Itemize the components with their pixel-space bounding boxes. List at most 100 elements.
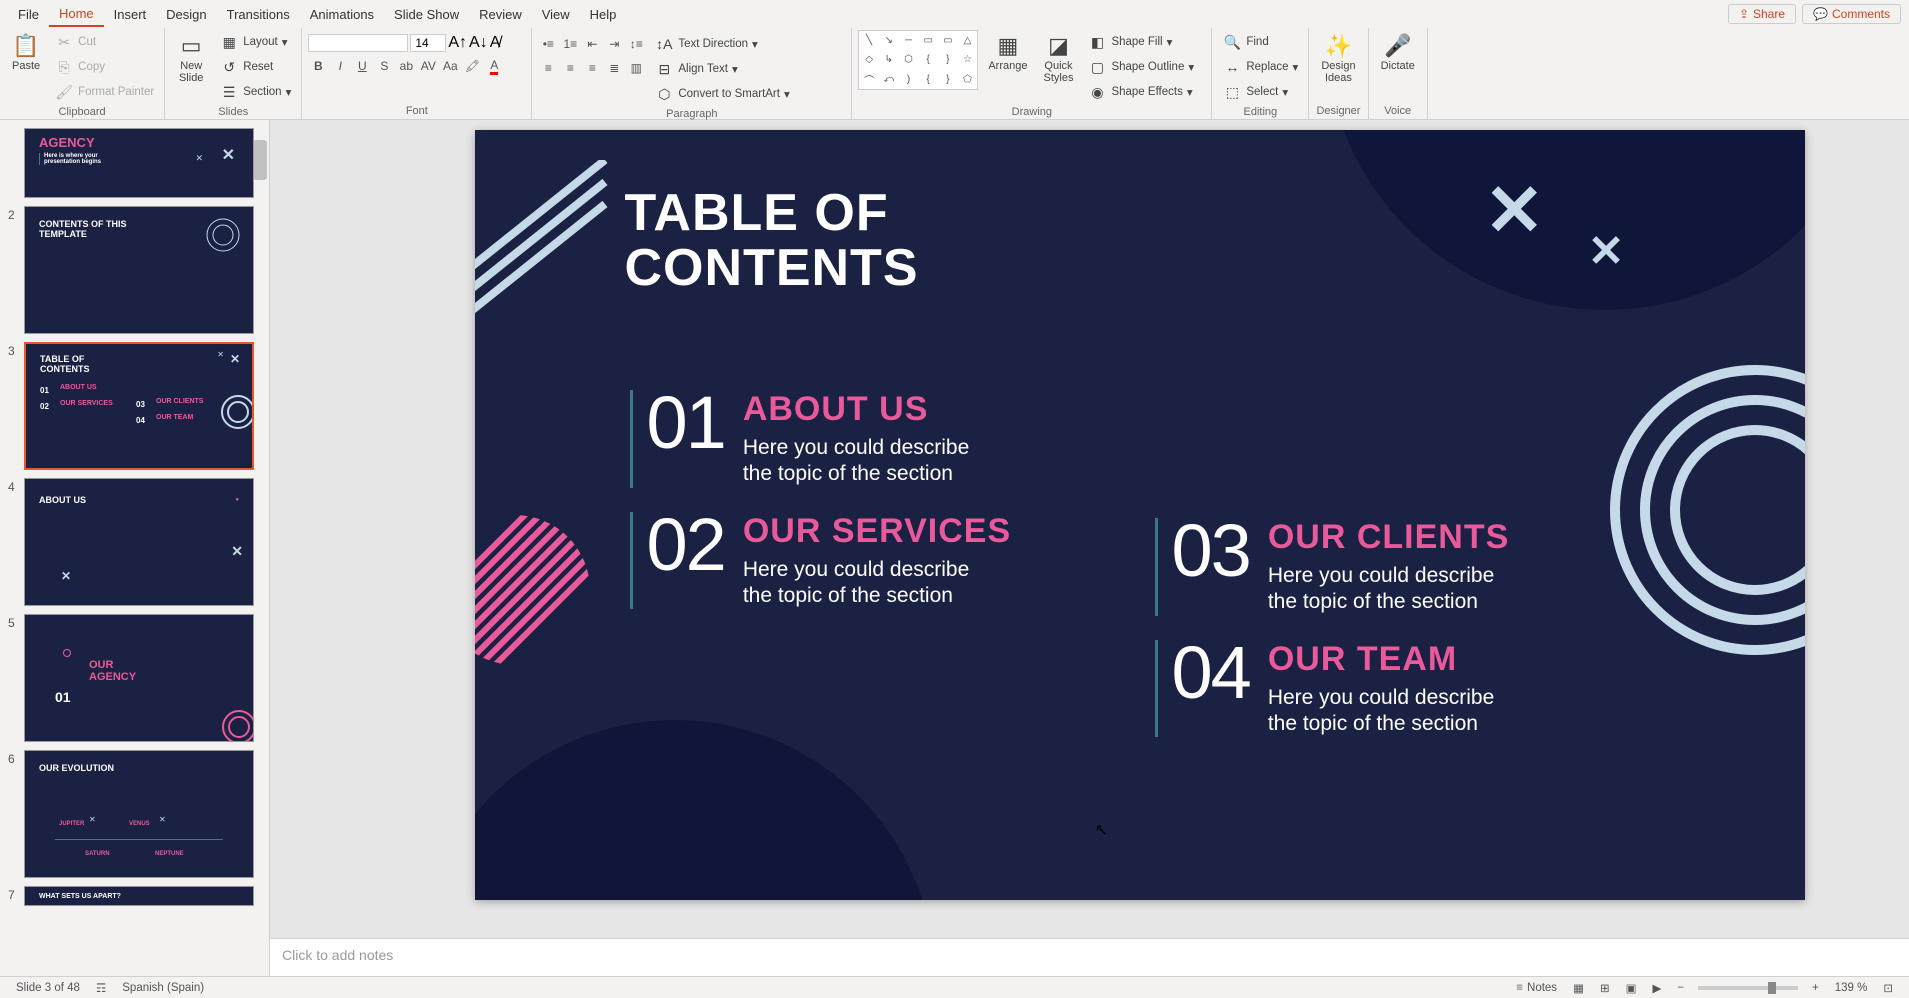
shapes-gallery[interactable]: ╲↘─▭▭△ ◇↳⬡{}☆ ⌒⤺){}⬠ (858, 30, 978, 90)
font-name-input[interactable] (308, 34, 408, 52)
slide-thumbnail-5[interactable]: OUR AGENCY 01 (24, 614, 254, 742)
decrease-font-icon[interactable]: A↓ (469, 34, 488, 52)
notes-pane[interactable]: Click to add notes (270, 938, 1909, 976)
slide-title[interactable]: TABLE OF CONTENTS (625, 186, 919, 295)
align-text-button[interactable]: ⊟Align Text ▾ (650, 57, 793, 81)
copy-button[interactable]: ⎘Copy (50, 55, 158, 79)
slide-thumbnail-1[interactable]: AGENCY Here is where your presentation b… (24, 128, 254, 198)
toc-item-3[interactable]: 03 OUR CLIENTS Here you could describe t… (1155, 518, 1510, 616)
fit-to-window-button[interactable]: ⊡ (1875, 981, 1901, 995)
design-ideas-icon: ✨ (1324, 32, 1352, 60)
italic-button[interactable]: I (330, 56, 350, 76)
slide-thumbnail-6[interactable]: OUR EVOLUTION JUPITER VENUS SATURN NEPTU… (24, 750, 254, 878)
replace-button[interactable]: ↔Replace ▾ (1218, 55, 1302, 79)
section-button[interactable]: ☰Section ▾ (215, 80, 295, 104)
thumb-row[interactable]: 7 WHAT SETS US APART? (0, 882, 269, 910)
quick-styles-button[interactable]: ◪Quick Styles (1037, 30, 1079, 86)
format-painter-button[interactable]: 🖌Format Painter (50, 80, 158, 104)
zoom-level[interactable]: 139 % (1827, 982, 1876, 994)
toc-item-4[interactable]: 04 OUR TEAM Here you could describe the … (1155, 640, 1510, 738)
normal-view-button[interactable]: ▦ (1565, 981, 1592, 995)
underline-button[interactable]: U (352, 56, 372, 76)
sorter-view-button[interactable]: ⊞ (1592, 981, 1618, 995)
menu-help[interactable]: Help (580, 3, 627, 26)
reading-view-button[interactable]: ▣ (1618, 981, 1645, 995)
menu-animations[interactable]: Animations (300, 3, 384, 26)
toc-item-1[interactable]: 01 ABOUT US Here you could describe the … (630, 390, 1012, 488)
slide-thumbnail-4[interactable]: ABOUT US ✕ ✕ ● (24, 478, 254, 606)
cut-button[interactable]: ✂Cut (50, 30, 158, 54)
smartart-button[interactable]: ⬡Convert to SmartArt ▾ (650, 82, 793, 106)
shape-outline-icon: ▢ (1087, 57, 1107, 77)
paste-button[interactable]: 📋 Paste (6, 30, 46, 74)
design-ideas-button[interactable]: ✨Design Ideas (1315, 30, 1361, 86)
new-slide-button[interactable]: ▭ New Slide (171, 30, 211, 86)
font-size-input[interactable] (410, 34, 446, 52)
reset-icon: ↺ (219, 57, 239, 77)
thumb-row[interactable]: 2 CONTENTS OF THIS TEMPLATE (0, 202, 269, 338)
zoom-in-button[interactable]: + (1804, 982, 1827, 994)
slide-thumbnail-2[interactable]: CONTENTS OF THIS TEMPLATE (24, 206, 254, 334)
slide-canvas-wrap[interactable]: ✕ ✕ TABLE OF CONTENTS 01 ABOUT US Here (270, 120, 1909, 938)
accessibility-icon[interactable]: ☶ (88, 981, 114, 995)
outdent-button[interactable]: ⇤ (582, 34, 602, 54)
zoom-slider-handle[interactable] (1768, 982, 1776, 994)
justify-button[interactable]: ≣ (604, 58, 624, 78)
zoom-slider[interactable] (1698, 986, 1798, 990)
strike-button[interactable]: S (374, 56, 394, 76)
align-left-button[interactable]: ≡ (538, 58, 558, 78)
thumbnail-scrollbar[interactable] (253, 140, 267, 180)
deco-circle-dark (1325, 130, 1805, 310)
zoom-out-button[interactable]: − (1669, 982, 1692, 994)
select-button[interactable]: ⬚Select ▾ (1218, 80, 1302, 104)
align-right-button[interactable]: ≡ (582, 58, 602, 78)
linespacing-button[interactable]: ↕≡ (626, 34, 646, 54)
text-direction-button[interactable]: ↕AText Direction ▾ (650, 32, 793, 56)
shape-fill-button[interactable]: ◧Shape Fill ▾ (1083, 30, 1198, 54)
slideshow-view-button[interactable]: ▶ (1644, 981, 1669, 995)
font-color-button[interactable]: A (484, 56, 504, 76)
menu-transitions[interactable]: Transitions (217, 3, 300, 26)
spacing-button[interactable]: AV (418, 56, 438, 76)
find-button[interactable]: 🔍Find (1218, 30, 1302, 54)
menu-design[interactable]: Design (156, 3, 216, 26)
clear-format-icon[interactable]: A̸ (490, 34, 501, 52)
numbering-button[interactable]: 1≡ (560, 34, 580, 54)
dictate-button[interactable]: 🎤Dictate (1375, 30, 1421, 74)
notes-toggle[interactable]: ≡Notes (1508, 982, 1565, 994)
thumb-row[interactable]: AGENCY Here is where your presentation b… (0, 124, 269, 202)
menu-file[interactable]: File (8, 3, 49, 26)
toc-desc: Here you could describe the topic of the… (743, 435, 969, 488)
slide-canvas[interactable]: ✕ ✕ TABLE OF CONTENTS 01 ABOUT US Here (475, 130, 1805, 900)
columns-button[interactable]: ▥ (626, 58, 646, 78)
menu-review[interactable]: Review (469, 3, 532, 26)
thumb-row[interactable]: 5 OUR AGENCY 01 (0, 610, 269, 746)
language-status[interactable]: Spanish (Spain) (114, 982, 212, 994)
increase-font-icon[interactable]: A↑ (448, 34, 467, 52)
thumbnail-panel[interactable]: AGENCY Here is where your presentation b… (0, 120, 270, 976)
menu-home[interactable]: Home (49, 2, 104, 27)
shape-effects-button[interactable]: ◉Shape Effects ▾ (1083, 80, 1198, 104)
highlight-button[interactable]: 🖍 (462, 56, 482, 76)
menu-slideshow[interactable]: Slide Show (384, 3, 469, 26)
menu-view[interactable]: View (532, 3, 580, 26)
comments-button[interactable]: 💬Comments (1802, 4, 1901, 24)
case-button[interactable]: Aa (440, 56, 460, 76)
toc-item-2[interactable]: 02 OUR SERVICES Here you could describe … (630, 512, 1012, 610)
arrange-button[interactable]: ▦Arrange (982, 30, 1033, 74)
bullets-button[interactable]: •≡ (538, 34, 558, 54)
indent-button[interactable]: ⇥ (604, 34, 624, 54)
reset-button[interactable]: ↺Reset (215, 55, 295, 79)
thumb-row[interactable]: 4 ABOUT US ✕ ✕ ● (0, 474, 269, 610)
align-center-button[interactable]: ≡ (560, 58, 580, 78)
slide-thumbnail-3[interactable]: TABLE OF CONTENTS 01 ABOUT US 02 OUR SER… (24, 342, 254, 470)
share-button[interactable]: ⇪Share (1728, 4, 1796, 24)
thumb-row[interactable]: 6 OUR EVOLUTION JUPITER VENUS SATURN NEP… (0, 746, 269, 882)
layout-button[interactable]: ▦Layout ▾ (215, 30, 295, 54)
shadow-button[interactable]: ab (396, 56, 416, 76)
bold-button[interactable]: B (308, 56, 328, 76)
menu-insert[interactable]: Insert (104, 3, 157, 26)
shape-outline-button[interactable]: ▢Shape Outline ▾ (1083, 55, 1198, 79)
thumb-row[interactable]: 3 TABLE OF CONTENTS 01 ABOUT US 02 OUR S… (0, 338, 269, 474)
slide-thumbnail-7[interactable]: WHAT SETS US APART? (24, 886, 254, 906)
